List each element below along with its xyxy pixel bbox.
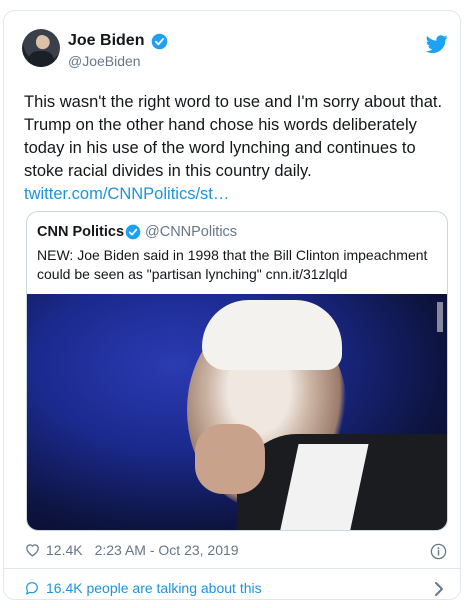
tweet-link[interactable]: twitter.com/CNNPolitics/st…	[24, 183, 454, 206]
like-count[interactable]: 12.4K	[46, 542, 83, 558]
quoted-verified-badge-icon	[125, 224, 141, 240]
talking-text[interactable]: 16.4K people are talking about this	[46, 580, 262, 596]
speech-bubble-icon	[26, 582, 38, 595]
quoted-author-name: CNN Politics	[37, 224, 125, 240]
tweet-timestamp[interactable]: 2:23 AM - Oct 23, 2019	[95, 542, 239, 558]
footer-divider	[4, 568, 460, 569]
quoted-author-handle: @CNNPolitics	[145, 224, 238, 240]
twitter-bird-icon[interactable]	[426, 33, 448, 55]
photo-hand	[195, 424, 265, 494]
quoted-tweet[interactable]: CNN Politics @CNNPolitics NEW: Joe Biden…	[26, 211, 448, 531]
talking-link[interactable]: 16.4K people are talking about this	[24, 580, 262, 596]
author-avatar[interactable]	[22, 29, 60, 67]
author-handle[interactable]: @JoeBiden	[68, 52, 141, 70]
info-icon[interactable]	[430, 543, 447, 560]
heart-icon[interactable]	[24, 541, 41, 558]
chevron-right-icon[interactable]	[432, 581, 446, 597]
avatar-face	[36, 35, 48, 49]
photo-watermark	[437, 302, 443, 332]
tweet-text: This wasn't the right word to use and I'…	[24, 93, 443, 180]
avatar-suit	[28, 51, 54, 67]
tweet-text-block: This wasn't the right word to use and I'…	[24, 91, 454, 206]
tweet-card: Joe Biden @JoeBiden This wasn't the righ…	[3, 10, 461, 600]
quoted-photo[interactable]	[27, 294, 447, 530]
photo-hair	[202, 300, 342, 370]
quoted-text: NEW: Joe Biden said in 1998 that the Bil…	[37, 247, 428, 282]
tweet-meta: 12.4K 2:23 AM - Oct 23, 2019	[24, 541, 239, 558]
verified-badge-icon	[151, 33, 168, 50]
author-name[interactable]: Joe Biden	[68, 31, 144, 51]
